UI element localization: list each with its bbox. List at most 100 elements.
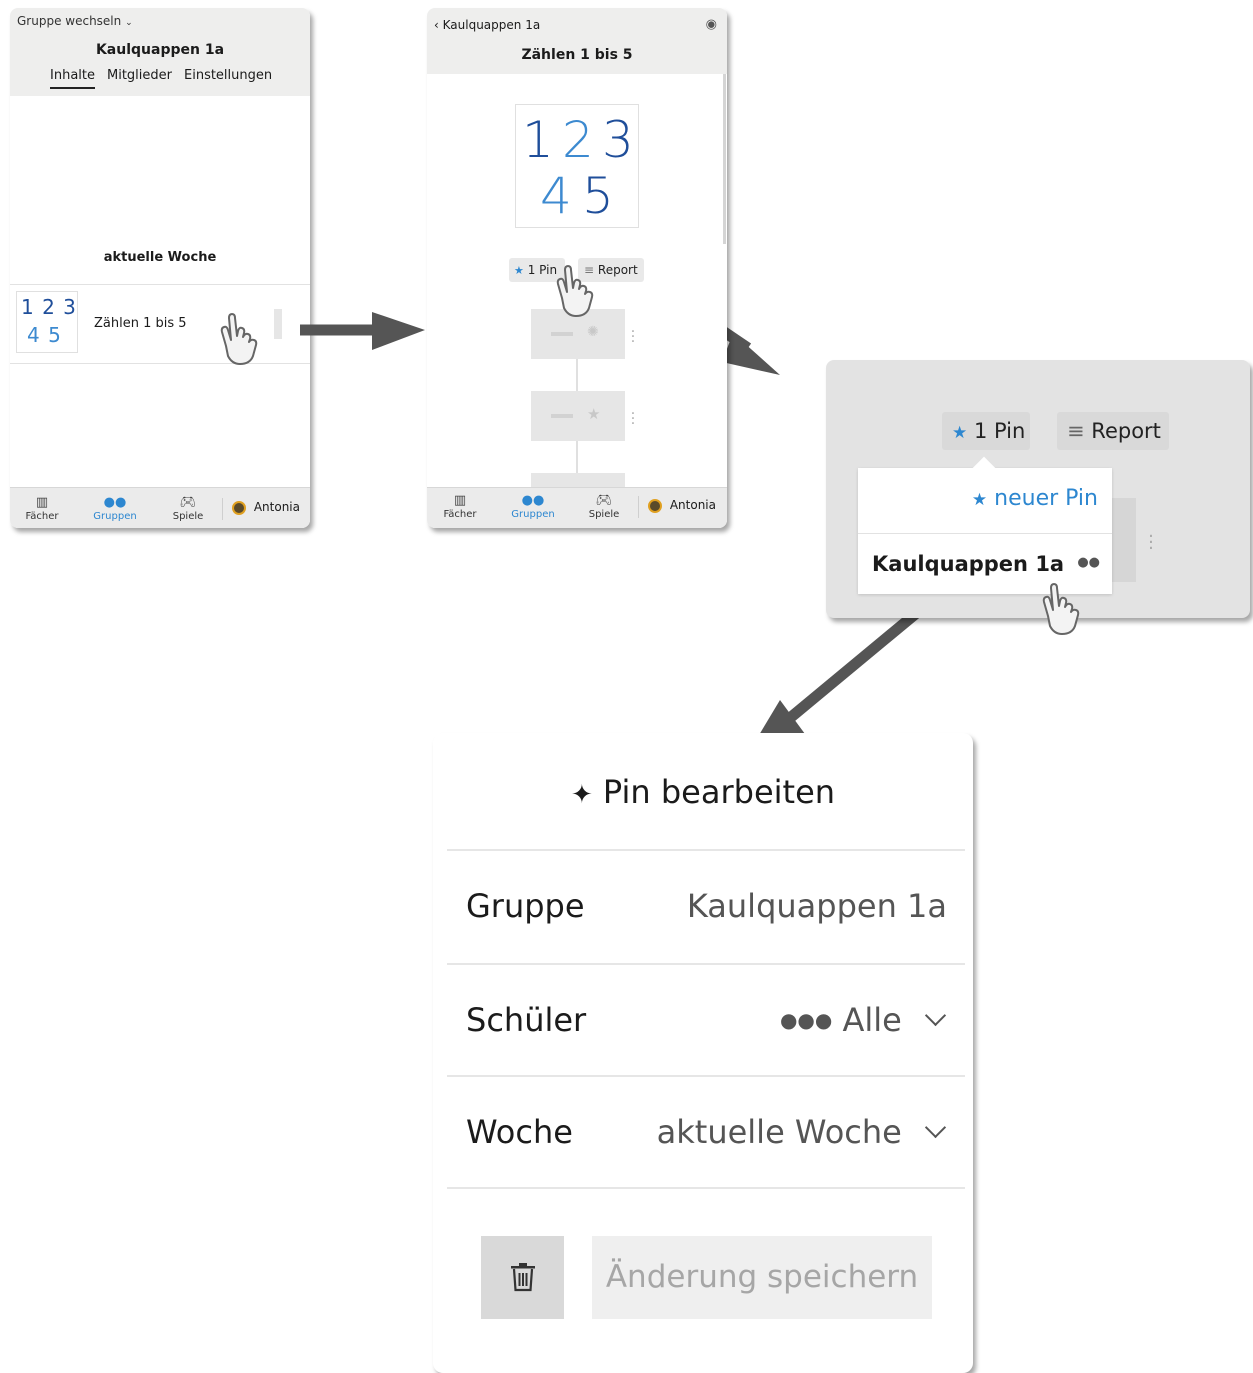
avatar (232, 501, 246, 515)
pin-icon: ★ (952, 423, 968, 443)
nav-divider (638, 496, 639, 518)
group-switch-button[interactable]: Gruppe wechseln ⌄ (17, 14, 133, 28)
delete-button[interactable] (481, 1236, 564, 1319)
nav-faecher-label: Fächer (443, 509, 477, 520)
nav-gruppen[interactable]: ●● Gruppen (503, 493, 563, 520)
group-label: Gruppe (466, 887, 585, 925)
scrollbar[interactable] (723, 74, 726, 244)
group-pin-label: Kaulquappen 1a (872, 552, 1065, 576)
screen2-header: ‹ Kaulquappen 1a ◉ Zählen 1 bis 5 (427, 8, 727, 74)
trash-icon (511, 1263, 535, 1292)
students-label: Schüler (466, 1001, 587, 1039)
swipe-handle[interactable] (274, 309, 282, 339)
nav-gruppen[interactable]: ●● Gruppen (85, 495, 145, 522)
lightbulb-icon: ✺ (587, 324, 599, 340)
digit-3: 3 (602, 111, 634, 169)
content-item-label: Zählen 1 bis 5 (94, 316, 187, 331)
thumb-row-2: 4 5 (27, 323, 62, 347)
eye-icon[interactable]: ◉ (706, 17, 717, 32)
students-value: ●●● Alle (779, 1001, 947, 1039)
tab-mitglieder[interactable]: Mitglieder (107, 68, 172, 83)
thumb-row-1: 1 2 3 (21, 295, 77, 319)
dialog-title-text: Pin bearbeiten (602, 773, 836, 811)
week-value-text: aktuelle Woche (656, 1113, 902, 1151)
more-icon[interactable]: · · · (630, 325, 636, 349)
content-preview: 1 2 3 4 5 (515, 104, 639, 228)
tab-inhalte-label: Inhalte (50, 68, 95, 83)
books-icon: ▥ (453, 493, 467, 508)
nav-spiele[interactable]: 🎮︎ Spiele (158, 495, 218, 522)
page-title: Kaulquappen 1a (95, 42, 225, 58)
new-pin-option[interactable]: ★ neuer Pin (972, 486, 1098, 511)
avatar (648, 499, 662, 513)
nav-spiele-label: Spiele (172, 511, 204, 522)
books-icon: ▥ (35, 495, 49, 510)
students-select[interactable]: Schüler ●●● Alle (447, 965, 965, 1075)
group-pin-option[interactable]: Kaulquappen 1a ●● (872, 552, 1100, 576)
more-icon[interactable]: · · · (630, 407, 636, 431)
screen-group-contents: Gruppe wechseln ⌄ Kaulquappen 1a Inhalte… (10, 8, 310, 528)
group-value: Kaulquappen 1a (686, 887, 947, 925)
gamepad-icon: 🎮︎ (179, 495, 197, 510)
back-button[interactable]: ‹ Kaulquappen 1a (434, 18, 540, 32)
content-thumbnail: 1 2 3 4 5 (16, 291, 78, 353)
nav-user-label: Antonia (253, 500, 300, 514)
pin-icon: ✦ (570, 780, 593, 810)
chevron-down-icon (924, 1004, 947, 1027)
hand-pointer-icon (556, 265, 594, 317)
tab-einstellungen[interactable]: Einstellungen (184, 68, 272, 83)
divider (10, 284, 310, 285)
section-title: aktuelle Woche (103, 250, 217, 265)
nav-faecher[interactable]: ▥ Fächer (12, 495, 72, 522)
tab-mitglieder-label: Mitglieder (107, 68, 172, 83)
chevron-down-icon (924, 1116, 947, 1139)
group-icon: ●●● (779, 1008, 833, 1032)
report-chip[interactable]: ≡ Report (1057, 412, 1169, 450)
nav-spiele[interactable]: 🎮︎ Spiele (574, 493, 634, 520)
save-button[interactable]: Änderung speichern (592, 1236, 932, 1319)
save-button-label: Änderung speichern (605, 1259, 919, 1295)
gamepad-icon: 🎮︎ (595, 493, 613, 508)
chevron-down-icon: ⌄ (125, 18, 133, 28)
dialog-title: ✦ Pin bearbeiten (433, 773, 973, 811)
report-chip-label: Report (597, 263, 638, 277)
pin-chip[interactable]: ★ 1 Pin (942, 412, 1030, 450)
hand-pointer-icon (1042, 583, 1080, 635)
tab-einstellungen-label: Einstellungen (184, 68, 273, 83)
new-pin-label: neuer Pin (994, 486, 1098, 511)
pin-chip-label: 1 Pin (973, 419, 1026, 443)
group-icon: ●● (1077, 555, 1100, 570)
digit-2: 2 (562, 111, 594, 169)
group-row: Gruppe Kaulquappen 1a (447, 851, 965, 963)
report-chip-label: Report (1091, 419, 1161, 443)
screen1-header: Gruppe wechseln ⌄ Kaulquappen 1a Inhalte… (10, 8, 310, 96)
divider (447, 1187, 965, 1189)
nav-gruppen-label: Gruppen (93, 511, 137, 522)
group-switch-label: Gruppe wechseln (17, 14, 122, 28)
week-select[interactable]: Woche aktuelle Woche (447, 1077, 965, 1187)
nav-spiele-label: Spiele (588, 509, 620, 520)
pin-edit-dialog: ✦ Pin bearbeiten Gruppe Kaulquappen 1a S… (433, 733, 973, 1373)
placeholder-card[interactable]: ★ (531, 391, 625, 441)
back-chevron-icon: ‹ (434, 18, 443, 32)
week-label: Woche (466, 1113, 573, 1151)
tab-inhalte[interactable]: Inhalte (50, 68, 95, 89)
group-icon: ●● (103, 495, 127, 510)
nav-user[interactable]: Antonia (648, 498, 716, 513)
back-label: Kaulquappen 1a (442, 18, 541, 32)
digit-5: 5 (582, 167, 614, 225)
list-icon: ≡ (1067, 419, 1085, 443)
nav-faecher[interactable]: ▥ Fächer (430, 493, 490, 520)
nav-divider (222, 498, 223, 520)
star-icon: ★ (587, 405, 601, 423)
bottom-nav: ▥ Fächer ●● Gruppen 🎮︎ Spiele Antonia (10, 487, 310, 528)
divider (10, 363, 310, 364)
nav-user-label: Antonia (669, 498, 716, 512)
more-icon[interactable]: · · · (1148, 528, 1154, 558)
nav-gruppen-label: Gruppen (511, 509, 555, 520)
pin-icon: ★ (514, 264, 524, 277)
nav-user[interactable]: Antonia (232, 500, 300, 515)
pin-icon: ★ (971, 490, 988, 510)
nav-faecher-label: Fächer (25, 511, 59, 522)
digit-4: 4 (540, 167, 572, 225)
